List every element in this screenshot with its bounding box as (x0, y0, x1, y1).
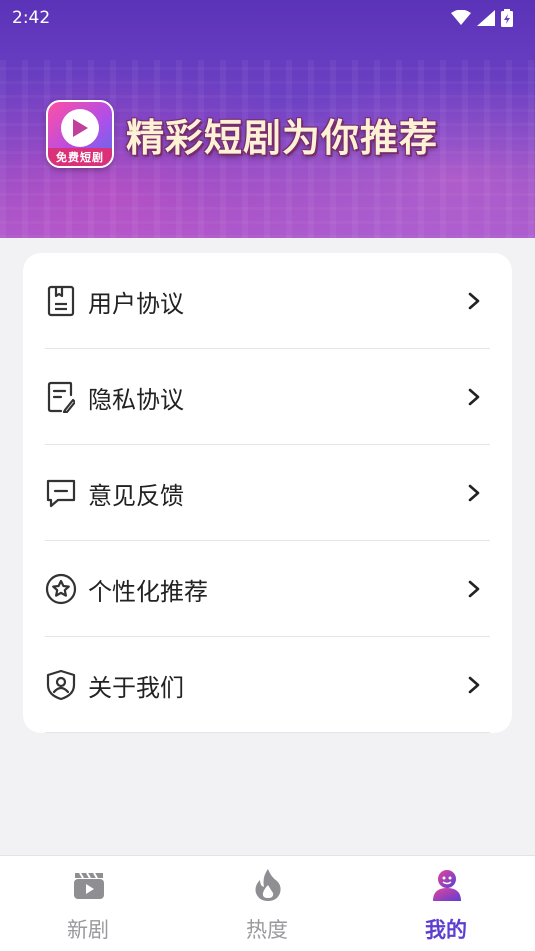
header-banner: 2:42 免费短剧 精彩短剧为你推荐 (0, 0, 535, 238)
chevron-right-icon (466, 483, 482, 503)
edit-document-icon (45, 381, 77, 413)
banner: 免费短剧 精彩短剧为你推荐 (46, 100, 438, 168)
banner-title: 精彩短剧为你推荐 (126, 115, 439, 160)
tab-label: 我的 (425, 918, 467, 942)
user-icon (430, 868, 464, 902)
menu-item-label: 用户协议 (88, 289, 184, 318)
bottom-tab-bar: 新剧 热度 我的 (0, 855, 535, 951)
wifi-icon (451, 10, 471, 25)
chevron-right-icon (466, 675, 482, 695)
menu-item-about-us[interactable]: 关于我们 (23, 637, 512, 733)
play-icon (61, 109, 99, 147)
document-icon (45, 285, 77, 317)
settings-menu-card: 用户协议 隐私协议 意见反馈 个性化推荐 关于我们 (23, 253, 512, 733)
app-logo: 免费短剧 (46, 100, 114, 168)
status-time: 2:42 (12, 8, 51, 28)
divider (45, 732, 490, 733)
message-icon (45, 477, 77, 509)
battery-icon (501, 9, 513, 27)
menu-item-privacy-agreement[interactable]: 隐私协议 (23, 349, 512, 445)
status-icons (451, 9, 513, 27)
menu-item-user-agreement[interactable]: 用户协议 (23, 253, 512, 349)
menu-item-label: 关于我们 (88, 673, 184, 702)
tab-mine[interactable]: 我的 (386, 856, 506, 951)
star-circle-icon (45, 573, 77, 605)
menu-item-label: 个性化推荐 (88, 577, 208, 606)
clapperboard-icon (72, 868, 106, 902)
menu-item-label: 意见反馈 (88, 481, 184, 510)
tab-label: 新剧 (67, 918, 109, 942)
tab-trending[interactable]: 热度 (207, 856, 327, 951)
tab-new-drama[interactable]: 新剧 (28, 856, 148, 951)
logo-label: 免费短剧 (48, 148, 112, 166)
signal-icon (477, 10, 495, 26)
chevron-right-icon (466, 579, 482, 599)
chevron-right-icon (466, 291, 482, 311)
menu-item-feedback[interactable]: 意见反馈 (23, 445, 512, 541)
menu-item-personalized-recommendation[interactable]: 个性化推荐 (23, 541, 512, 637)
status-bar: 2:42 (0, 0, 535, 36)
tab-label: 热度 (246, 918, 288, 942)
shield-user-icon (45, 669, 77, 701)
menu-item-label: 隐私协议 (88, 385, 184, 414)
chevron-right-icon (466, 387, 482, 407)
flame-icon (251, 868, 285, 902)
